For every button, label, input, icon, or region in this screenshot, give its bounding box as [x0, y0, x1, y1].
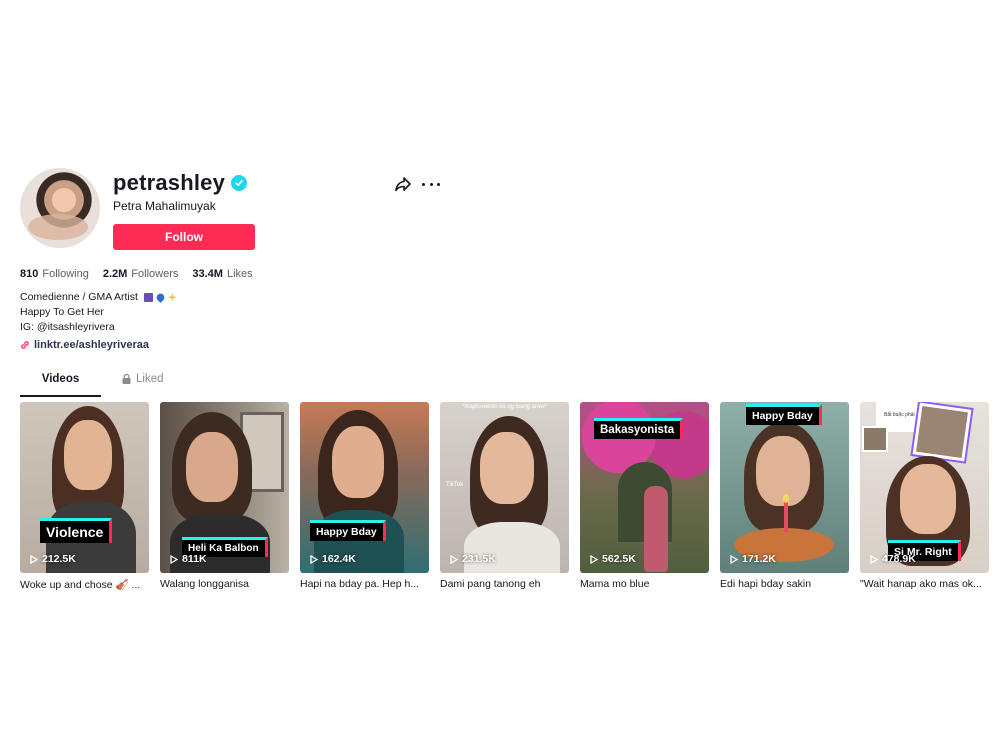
play-icon	[450, 554, 458, 564]
play-icon	[170, 554, 178, 564]
video-overlay-label: Happy Bday	[746, 404, 822, 425]
video-caption[interactable]: "Wait hanap ako mas ok...	[860, 578, 989, 590]
following-label: Following	[42, 268, 89, 280]
video-overlay-label: Bakasyonista	[594, 418, 684, 439]
video-card[interactable]: Happy Bday 171.2K Edi hapi bday sakin	[720, 402, 849, 590]
tiktok-watermark: TikTok	[446, 482, 464, 488]
thumbnail-body	[464, 522, 560, 573]
view-count-value: 162.4K	[322, 553, 356, 565]
thumbnail-face	[332, 426, 384, 498]
followers-count: 2.2M	[102, 268, 128, 280]
thumbnail-face	[64, 420, 112, 490]
video-card[interactable]: Violence 212.5K Woke up and chose 🎻 ...	[20, 402, 149, 591]
thumbnail-candle	[784, 502, 788, 532]
likes-count: 33.4M	[192, 268, 223, 280]
video-card[interactable]: Bakasyonista 562.5K Mama mo blue	[580, 402, 709, 590]
bio-line-1: Comedienne / GMA Artist	[20, 291, 138, 303]
profile-tabs: Videos Liked	[20, 373, 1000, 397]
view-count: 562.5K	[590, 553, 636, 565]
view-count: 478.9K	[870, 553, 916, 565]
view-count: 212.5K	[30, 553, 76, 565]
video-caption[interactable]: Hapi na bday pa. Hep h...	[300, 578, 429, 590]
thumbnail-flame	[783, 494, 789, 503]
video-card[interactable]: *Nagkuwento ka ng isang araw* TikTok 231…	[440, 402, 569, 590]
following-stat[interactable]: 810 Following	[20, 268, 89, 280]
bio: Comedienne / GMA Artist Happy To Get Her…	[20, 290, 177, 335]
play-icon	[30, 554, 38, 564]
video-thumbnail[interactable]: Happy Bday 171.2K	[720, 402, 849, 573]
tab-liked-label: Liked	[136, 373, 164, 385]
bio-line-2: Happy To Get Her	[20, 306, 104, 318]
video-top-text: *Nagkuwento ka ng isang araw*	[461, 404, 548, 410]
username-row: petrashley	[113, 170, 248, 196]
play-icon	[590, 554, 598, 564]
video-thumbnail[interactable]: Bakasyonista 562.5K	[580, 402, 709, 573]
video-card[interactable]: Happy Bday 162.4K Hapi na bday pa. Hep h…	[300, 402, 429, 590]
blue-heart-icon	[154, 291, 166, 303]
view-count-value: 478.9K	[882, 553, 916, 565]
more-icon[interactable]	[422, 176, 440, 192]
more-dot	[437, 182, 440, 186]
video-thumbnail[interactable]: Happy Bday 162.4K	[300, 402, 429, 573]
play-icon	[730, 554, 738, 564]
play-icon	[310, 554, 318, 564]
more-dot	[422, 182, 425, 186]
thumbnail-face	[900, 464, 956, 534]
view-count: 231.5K	[450, 553, 496, 565]
video-thumbnail[interactable]: *Nagkuwento ka ng isang araw* TikTok 231…	[440, 402, 569, 573]
avatar[interactable]	[20, 168, 100, 248]
thumbnail-face	[186, 432, 238, 502]
video-thumbnail[interactable]: Heli Ka Balbon 811K	[160, 402, 289, 573]
video-caption[interactable]: Edi hapi bday sakin	[720, 578, 849, 590]
likes-stat: 33.4M Likes	[192, 268, 252, 280]
view-count-value: 212.5K	[42, 553, 76, 565]
video-card[interactable]: Heli Ka Balbon 811K Walang longganisa	[160, 402, 289, 590]
tab-liked[interactable]: Liked	[122, 373, 192, 397]
view-count-value: 231.5K	[462, 553, 496, 565]
video-caption[interactable]: Walang longganisa	[160, 578, 289, 590]
nickname: Petra Mahalimuyak	[113, 199, 216, 213]
view-count: 811K	[170, 553, 207, 565]
video-thumbnail[interactable]: Bắt buộc phải Si Mr. Right 478.9K	[860, 402, 989, 573]
bio-line: Comedienne / GMA Artist	[20, 290, 177, 305]
video-card[interactable]: Bắt buộc phải Si Mr. Right 478.9K "Wait …	[860, 402, 989, 590]
more-dot	[429, 182, 433, 186]
follow-button[interactable]: Follow	[113, 224, 255, 250]
thumbnail-face	[480, 432, 534, 504]
sparkles-icon	[167, 292, 177, 302]
share-icon[interactable]	[394, 176, 412, 192]
video-grid: Violence 212.5K Woke up and chose 🎻 ... …	[20, 402, 1000, 602]
video-overlay-label: Violence	[40, 518, 113, 543]
video-caption[interactable]: Dami pang tanong eh	[440, 578, 569, 590]
play-icon	[870, 554, 878, 564]
thumbnail-inset-photo	[862, 426, 888, 452]
tab-videos[interactable]: Videos	[20, 373, 101, 397]
bio-link-text: linktr.ee/ashleyriveraa	[34, 339, 149, 351]
bio-link[interactable]: linktr.ee/ashleyriveraa	[20, 339, 149, 351]
lock-icon	[122, 374, 131, 384]
video-caption[interactable]: Mama mo blue	[580, 578, 709, 590]
view-count-value: 811K	[182, 553, 207, 565]
username: petrashley	[113, 170, 226, 195]
view-count-value: 171.2K	[742, 553, 776, 565]
view-count: 171.2K	[730, 553, 776, 565]
view-count: 162.4K	[310, 553, 356, 565]
thumbnail-inset-face	[912, 402, 972, 462]
video-caption[interactable]: Woke up and chose 🎻 ...	[20, 578, 149, 591]
clapperboard-icon	[143, 292, 153, 302]
profile-stats: 810 Following 2.2M Followers 33.4M Likes	[20, 268, 267, 280]
bio-emoji-group	[143, 291, 177, 303]
followers-label: Followers	[131, 268, 179, 280]
video-overlay-label: Happy Bday	[310, 520, 386, 541]
inset-card-text: Bắt buộc phải	[884, 412, 915, 418]
following-count: 810	[20, 268, 39, 280]
verified-badge-icon	[231, 175, 248, 191]
likes-label: Likes	[226, 268, 253, 280]
link-icon	[21, 341, 29, 349]
bio-line-3: IG: @itsashleyrivera	[20, 321, 115, 333]
video-thumbnail[interactable]: Violence 212.5K	[20, 402, 149, 573]
followers-stat[interactable]: 2.2M Followers	[103, 268, 179, 280]
view-count-value: 562.5K	[602, 553, 636, 565]
thumbnail-figure	[644, 486, 668, 572]
